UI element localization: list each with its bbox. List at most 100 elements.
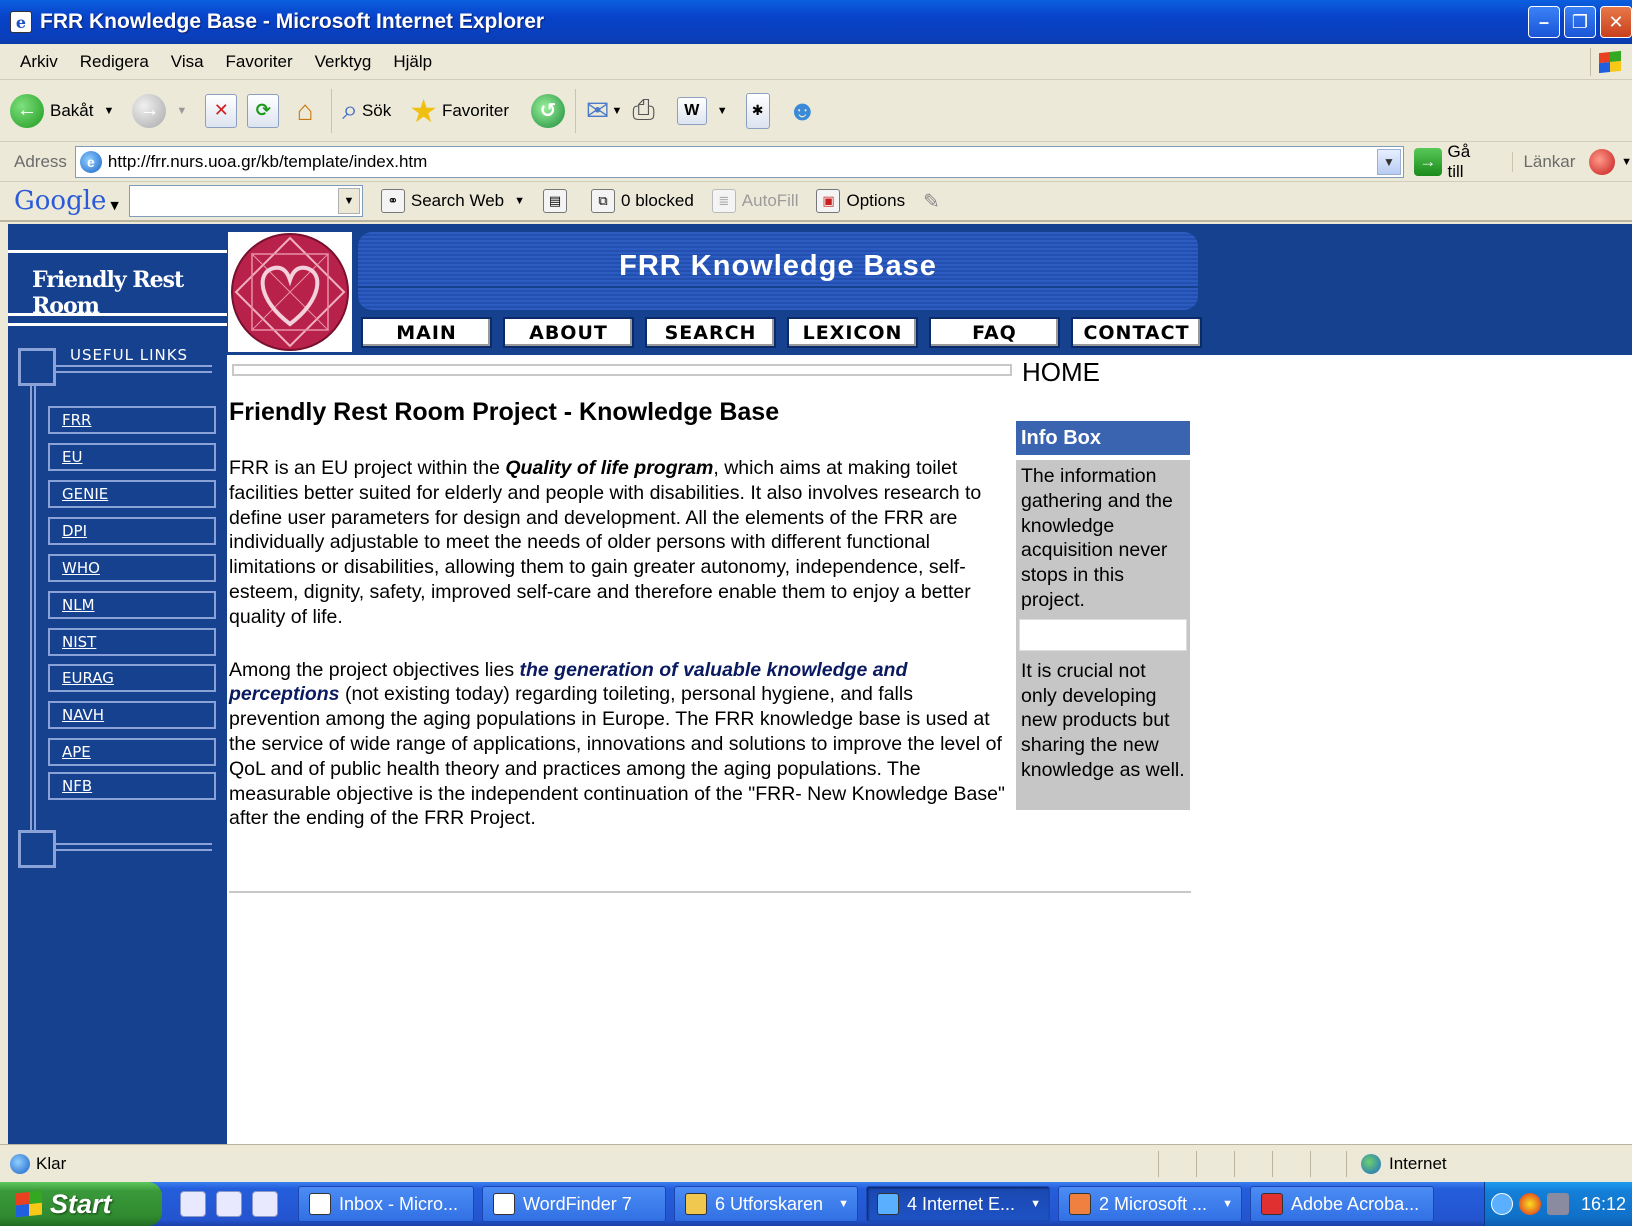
- news-icon: ▤: [543, 189, 568, 213]
- nav-lexicon[interactable]: LEXICON: [787, 317, 918, 348]
- edit-button[interactable]: W ▼: [676, 96, 728, 125]
- back-dropdown-icon[interactable]: ▼: [103, 105, 114, 117]
- link-who-text[interactable]: WHO: [62, 559, 100, 577]
- task-wordfinder[interactable]: WordFinder 7: [482, 1186, 666, 1222]
- popup-blocker-button[interactable]: ⧉ 0 blocked: [591, 189, 694, 213]
- favorites-button[interactable]: ★ Favoriter: [409, 92, 509, 130]
- link-eurag-text[interactable]: EURAG: [62, 669, 114, 687]
- menu-verktyg[interactable]: Verktyg: [315, 52, 372, 72]
- link-ape-text[interactable]: APE: [62, 743, 91, 761]
- menu-hjalp[interactable]: Hjälp: [393, 52, 432, 72]
- google-logo[interactable]: Google ▼: [14, 186, 119, 216]
- print-button[interactable]: ⎙: [632, 94, 654, 127]
- menu-redigera[interactable]: Redigera: [80, 52, 149, 72]
- brand-divider: [8, 323, 227, 326]
- security-zone[interactable]: Internet: [1346, 1151, 1447, 1177]
- brand-text: Friendly Rest Room: [32, 267, 184, 319]
- back-button[interactable]: ← Bakåt ▼: [10, 93, 114, 128]
- p1-text-start: FRR is an EU project within the: [229, 457, 506, 479]
- highlight-button[interactable]: ✎: [923, 189, 940, 214]
- search-label: Sök: [361, 100, 392, 120]
- history-button[interactable]: ↺: [531, 93, 566, 128]
- address-label: Adress: [14, 151, 67, 171]
- autofill-button[interactable]: ≣ AutoFill: [711, 189, 798, 213]
- link-eu[interactable]: EU: [48, 443, 216, 471]
- link-nist[interactable]: NIST: [48, 628, 216, 656]
- google-search-input[interactable]: ▼: [128, 185, 363, 217]
- outlook-quicklaunch-icon[interactable]: [180, 1191, 206, 1217]
- task-acrobat[interactable]: Adobe Acroba...: [1250, 1186, 1434, 1222]
- stop-button[interactable]: ✕: [205, 93, 238, 128]
- messenger-button[interactable]: ☻: [788, 95, 817, 127]
- link-navh[interactable]: NAVH: [48, 701, 216, 729]
- globe-icon: [1361, 1154, 1381, 1174]
- nav-contact[interactable]: CONTACT: [1071, 317, 1202, 348]
- search-web-dropdown-icon[interactable]: ▼: [514, 195, 525, 207]
- link-who[interactable]: WHO: [48, 554, 216, 582]
- link-genie[interactable]: GENIE: [48, 480, 216, 508]
- link-eurag[interactable]: EURAG: [48, 664, 216, 692]
- refresh-button[interactable]: ⟳: [247, 93, 280, 128]
- task-explorer[interactable]: 6 Utforskaren ▼: [674, 1186, 858, 1222]
- task-microsoft[interactable]: 2 Microsoft ... ▼: [1058, 1186, 1242, 1222]
- news-button[interactable]: ▤: [543, 189, 573, 213]
- home-button[interactable]: ⌂: [289, 94, 321, 128]
- wordfinder-icon: [493, 1193, 515, 1215]
- link-dpi-text[interactable]: DPI: [62, 522, 87, 540]
- title-bar[interactable]: e FRR Knowledge Base - Microsoft Interne…: [0, 0, 1632, 44]
- tray-app-icon[interactable]: [1519, 1193, 1541, 1215]
- link-genie-text[interactable]: GENIE: [62, 485, 108, 503]
- link-frr[interactable]: FRR: [48, 406, 216, 434]
- menu-arkiv[interactable]: Arkiv: [20, 52, 58, 72]
- discuss-button[interactable]: ✱: [745, 92, 770, 129]
- link-nlm-text[interactable]: NLM: [62, 596, 95, 614]
- minimize-button[interactable]: –: [1528, 6, 1560, 38]
- go-button[interactable]: → Gå till: [1413, 142, 1491, 182]
- task-acrobat-label: Adobe Acroba...: [1291, 1193, 1420, 1214]
- link-dpi[interactable]: DPI: [48, 517, 216, 545]
- address-dropdown-icon[interactable]: ▼: [1376, 148, 1401, 175]
- link-nist-text[interactable]: NIST: [62, 633, 96, 651]
- menu-visa[interactable]: Visa: [171, 52, 204, 72]
- link-nlm[interactable]: NLM: [48, 591, 216, 619]
- home-icon: ⌂: [296, 94, 314, 126]
- nav-search[interactable]: SEARCH: [645, 317, 776, 348]
- nav-faq[interactable]: FAQ: [929, 317, 1060, 348]
- ie-quicklaunch-icon[interactable]: [216, 1191, 242, 1217]
- desktop-quicklaunch-icon[interactable]: [252, 1191, 278, 1217]
- google-input-dropdown-icon[interactable]: ▼: [337, 188, 360, 214]
- forward-button[interactable]: → ▼: [132, 93, 187, 128]
- main-nav: MAIN ABOUT SEARCH LEXICON FAQ CONTACT: [361, 317, 1202, 348]
- tray-expand-icon[interactable]: [1491, 1193, 1513, 1215]
- task-inbox[interactable]: Inbox - Micro...: [298, 1186, 474, 1222]
- search-button[interactable]: ⌕ Sök: [342, 94, 391, 127]
- links-dropdown-icon[interactable]: ▼: [1621, 156, 1632, 168]
- translate-icon[interactable]: [1589, 148, 1616, 175]
- link-navh-text[interactable]: NAVH: [62, 706, 104, 724]
- link-ape[interactable]: APE: [48, 738, 216, 766]
- start-button[interactable]: Start: [0, 1182, 162, 1226]
- frr-logo[interactable]: [228, 232, 352, 352]
- task-internet-explorer[interactable]: 4 Internet E... ▼: [866, 1186, 1050, 1222]
- tray-network-icon[interactable]: [1547, 1193, 1569, 1215]
- options-button[interactable]: ▣ Options: [816, 189, 905, 213]
- link-nfb-text[interactable]: NFB: [62, 777, 92, 795]
- forward-dropdown-icon[interactable]: ▼: [176, 105, 187, 117]
- search-web-button[interactable]: ⚭ Search Web ▼: [380, 189, 525, 213]
- link-eu-text[interactable]: EU: [62, 448, 82, 466]
- address-input[interactable]: e http://frr.nurs.uoa.gr/kb/template/ind…: [74, 145, 1404, 178]
- link-frr-text[interactable]: FRR: [62, 411, 91, 429]
- nav-main[interactable]: MAIN: [361, 317, 492, 348]
- nav-about[interactable]: ABOUT: [503, 317, 634, 348]
- close-button[interactable]: ✕: [1600, 6, 1632, 38]
- restore-button[interactable]: ❐: [1564, 6, 1596, 38]
- mail-dropdown-icon[interactable]: ▼: [611, 105, 622, 117]
- options-label: Options: [846, 191, 906, 210]
- links-button[interactable]: Länkar: [1512, 151, 1575, 172]
- mail-button[interactable]: ✉ ▼: [586, 94, 622, 127]
- menu-favoriter[interactable]: Favoriter: [226, 52, 293, 72]
- page-viewport[interactable]: Friendly Rest Room FRR Knowledge Base MA…: [8, 224, 1632, 1144]
- link-nfb[interactable]: NFB: [48, 772, 216, 800]
- status-text: Klar: [36, 1153, 67, 1173]
- edit-dropdown-icon[interactable]: ▼: [717, 105, 728, 117]
